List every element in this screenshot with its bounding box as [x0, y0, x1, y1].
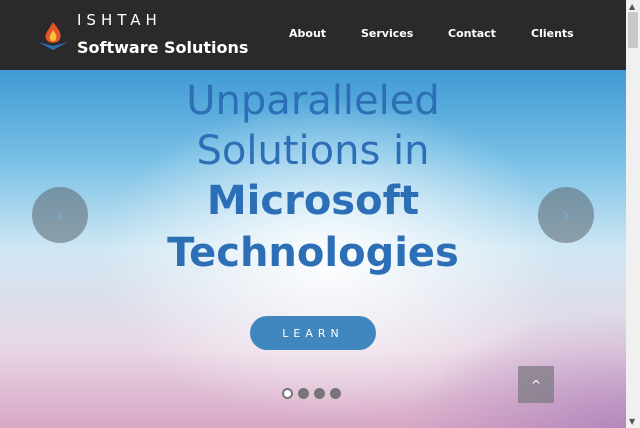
- hero-headline-line3: Microsoft: [206, 178, 420, 224]
- hero-carousel: Unparalleled Solutions in Microsoft Tech…: [0, 70, 626, 428]
- hero-headline-line2: Solutions in: [196, 128, 430, 174]
- brand-tagline[interactable]: Software Solutions: [77, 38, 248, 57]
- nav-link-contact[interactable]: Contact: [448, 27, 496, 40]
- hero-background-tint: [406, 308, 626, 428]
- brand-name[interactable]: ISHTAH: [77, 11, 162, 29]
- chevron-right-icon: ›: [562, 204, 570, 226]
- nav-link-about[interactable]: About: [289, 27, 326, 40]
- chevron-up-icon: ^: [530, 377, 542, 392]
- learn-button[interactable]: LEARN: [250, 316, 376, 350]
- page-scrollbar[interactable]: ▲ ▼: [626, 0, 640, 428]
- carousel-dot-4[interactable]: [330, 388, 341, 399]
- nav-link-services[interactable]: Services: [361, 27, 413, 40]
- carousel-dot-3[interactable]: [314, 388, 325, 399]
- scroll-down-arrow-icon[interactable]: ▼: [629, 417, 635, 426]
- hero-headline-line4: Technologies: [167, 230, 459, 276]
- carousel-next-button[interactable]: ›: [538, 187, 594, 243]
- hero-headline-line1: Unparalleled: [186, 78, 440, 124]
- carousel-prev-button[interactable]: ‹: [32, 187, 88, 243]
- flame-logo-icon[interactable]: [36, 20, 70, 52]
- carousel-indicators: [282, 388, 341, 399]
- chevron-left-icon: ‹: [56, 204, 64, 226]
- top-navbar: ISHTAH Software Solutions About Services…: [0, 0, 626, 70]
- carousel-dot-1[interactable]: [282, 388, 293, 399]
- scroll-up-arrow-icon[interactable]: ▲: [629, 2, 635, 11]
- carousel-dot-2[interactable]: [298, 388, 309, 399]
- scroll-to-top-button[interactable]: ^: [518, 366, 554, 403]
- nav-link-clients[interactable]: Clients: [531, 27, 574, 40]
- scrollbar-thumb[interactable]: [628, 12, 638, 48]
